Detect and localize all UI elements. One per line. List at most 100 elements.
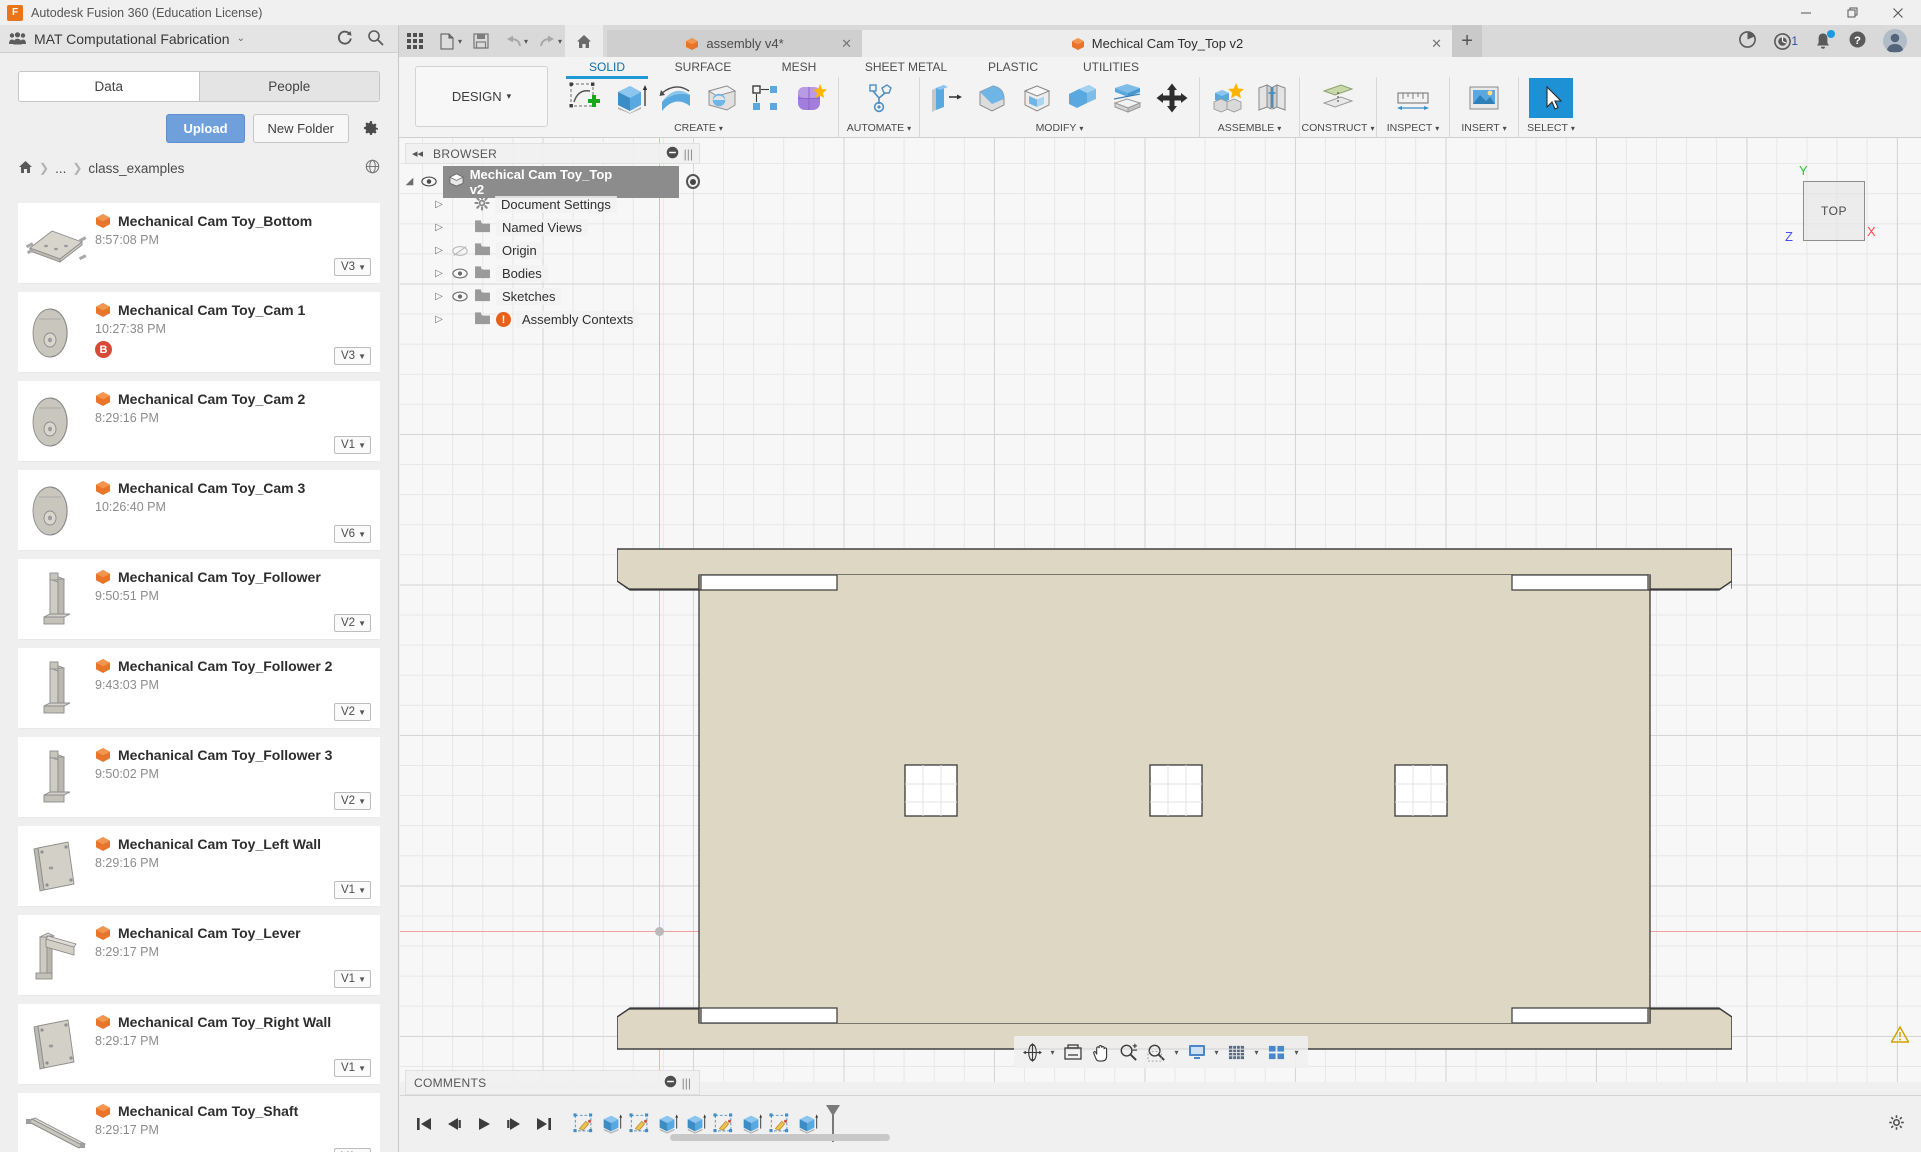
pan-icon[interactable]: [1088, 1038, 1114, 1066]
document-tab-assembly[interactable]: assembly v4* ✕: [607, 30, 862, 57]
ribbon-tab-solid[interactable]: SOLID: [559, 57, 655, 76]
new-component-icon[interactable]: [1205, 78, 1249, 118]
offset-face-icon[interactable]: [1105, 78, 1149, 118]
orbit-icon[interactable]: [1020, 1038, 1046, 1066]
timeline-settings-gear-icon[interactable]: [1888, 1114, 1905, 1134]
extensions-icon[interactable]: [1738, 30, 1757, 52]
go-to-end-icon[interactable]: [532, 1110, 556, 1138]
timeline-feature-sketch[interactable]: [570, 1109, 598, 1139]
look-at-icon[interactable]: [1060, 1038, 1086, 1066]
expand-triangle-icon[interactable]: ▷: [432, 314, 446, 325]
pattern-icon[interactable]: [744, 78, 788, 118]
item-version-selector[interactable]: V1 ▼: [334, 436, 371, 454]
view-cube-face-top[interactable]: TOP: [1803, 181, 1865, 241]
undo-chevron-down-icon[interactable]: ▾: [524, 37, 528, 46]
item-version-selector[interactable]: V2 ▼: [334, 703, 371, 721]
refresh-icon[interactable]: [336, 29, 353, 49]
browser-minimize-icon[interactable]: [666, 146, 679, 162]
expand-triangle-icon[interactable]: ▷: [432, 291, 446, 302]
data-panel-settings-gear-icon[interactable]: [363, 120, 380, 137]
list-item[interactable]: Mechanical Cam Toy_Follower 3 9:50:02 PM…: [18, 737, 380, 818]
play-icon[interactable]: [472, 1110, 496, 1138]
list-item[interactable]: Mechanical Cam Toy_Follower 9:50:51 PM V…: [18, 559, 380, 640]
root-eye-icon[interactable]: [421, 176, 438, 187]
combine-icon[interactable]: [1060, 78, 1104, 118]
ribbon-tab-utilities[interactable]: UTILITIES: [1061, 57, 1161, 76]
hub-name[interactable]: MAT Computational Fabrication: [34, 31, 230, 47]
eye-icon[interactable]: [451, 268, 469, 279]
maximize-button[interactable]: [1829, 0, 1875, 25]
extrude-icon[interactable]: [609, 78, 653, 118]
list-item[interactable]: Mechanical Cam Toy_Cam 1 10:27:38 PM B V…: [18, 292, 380, 373]
search-icon[interactable]: [367, 29, 384, 49]
home-icon[interactable]: [18, 160, 33, 177]
eye-hidden-icon[interactable]: [451, 245, 469, 257]
new-file-chevron-down-icon[interactable]: ▾: [458, 37, 462, 46]
eye-icon[interactable]: [451, 291, 469, 302]
grid-snaps-icon[interactable]: [1224, 1038, 1250, 1066]
ribbon-panel-label-insert[interactable]: INSERT ▾: [1450, 119, 1518, 137]
close-tab-icon[interactable]: ✕: [841, 36, 852, 52]
breadcrumb-ellipsis[interactable]: ...: [55, 161, 66, 176]
workspace-switcher-button[interactable]: DESIGN ▾: [415, 66, 548, 127]
step-back-icon[interactable]: [442, 1110, 466, 1138]
ribbon-tab-plastic[interactable]: PLASTIC: [965, 57, 1061, 76]
create-sketch-icon[interactable]: [564, 78, 608, 118]
document-tab-top[interactable]: Mechical Cam Toy_Top v2 ✕: [862, 30, 1452, 57]
home-button[interactable]: [565, 25, 603, 57]
display-settings-icon[interactable]: [1184, 1038, 1210, 1066]
tree-node[interactable]: ▷ Named Views: [405, 216, 700, 239]
ribbon-tab-sheet-metal[interactable]: SHEET METAL: [847, 57, 965, 76]
orbit-chevron-down-icon[interactable]: ▾: [1048, 1048, 1058, 1057]
list-item[interactable]: Mechanical Cam Toy_Follower 2 9:43:03 PM…: [18, 648, 380, 729]
list-item[interactable]: Mechanical Cam Toy_Cam 2 8:29:16 PM V1 ▼: [18, 381, 380, 462]
revolve-icon[interactable]: [654, 78, 698, 118]
close-tab-icon[interactable]: ✕: [1431, 36, 1442, 52]
expand-triangle-icon[interactable]: ▷: [432, 245, 446, 256]
offset-plane-icon[interactable]: [1316, 78, 1360, 118]
save-icon[interactable]: [465, 25, 497, 57]
move-copy-icon[interactable]: [1150, 78, 1194, 118]
item-version-selector[interactable]: V1 ▼: [334, 970, 371, 988]
file-list[interactable]: Mechanical Cam Toy_Bottom 8:57:08 PM V3 …: [0, 203, 398, 1152]
minimize-button[interactable]: [1783, 0, 1829, 25]
item-version-selector[interactable]: V1 ▼: [334, 1059, 371, 1077]
tab-people[interactable]: People: [200, 72, 380, 101]
help-icon[interactable]: ?: [1848, 30, 1867, 52]
item-version-selector[interactable]: V1 ▼: [334, 1148, 371, 1152]
root-expand-triangle-icon[interactable]: ◢: [403, 176, 416, 187]
new-folder-button[interactable]: New Folder: [253, 114, 349, 143]
list-item[interactable]: Mechanical Cam Toy_Left Wall 8:29:16 PM …: [18, 826, 380, 907]
avatar[interactable]: [1883, 29, 1907, 53]
list-item[interactable]: Mechanical Cam Toy_Cam 3 10:26:40 PM V6 …: [18, 470, 380, 551]
expand-triangle-icon[interactable]: ▷: [432, 199, 446, 210]
item-version-selector[interactable]: V3 ▼: [334, 347, 371, 365]
zoom-icon[interactable]: [1116, 1038, 1142, 1066]
tab-data[interactable]: Data: [19, 72, 200, 101]
fit-icon[interactable]: [1144, 1038, 1170, 1066]
press-pull-icon[interactable]: [925, 78, 969, 118]
notifications-bell-icon[interactable]: [1814, 32, 1832, 51]
timeline-feature-sketch[interactable]: [626, 1109, 654, 1139]
tree-node[interactable]: ▷ ! Assembly Contexts: [405, 308, 700, 331]
tree-node-root[interactable]: ◢ Mechical Cam Toy_Top v2: [403, 170, 700, 193]
ribbon-panel-label-assemble[interactable]: ASSEMBLE ▾: [1200, 119, 1299, 137]
viewports-icon[interactable]: [1264, 1038, 1290, 1066]
document-warning-icon[interactable]: [1891, 1026, 1909, 1044]
step-forward-icon[interactable]: [502, 1110, 526, 1138]
breadcrumb-folder-name[interactable]: class_examples: [88, 161, 184, 176]
item-version-selector[interactable]: V6 ▼: [334, 525, 371, 543]
ribbon-panel-label-select[interactable]: SELECT ▾: [1519, 119, 1583, 137]
item-version-selector[interactable]: V3 ▼: [334, 258, 371, 276]
ribbon-panel-label-inspect[interactable]: INSPECT ▾: [1377, 119, 1449, 137]
insert-mcmaster-icon[interactable]: [1462, 78, 1506, 118]
tree-node[interactable]: ▷ Origin: [405, 239, 700, 262]
cam-toy-top-body[interactable]: [617, 544, 1732, 1057]
browser-collapse-icon[interactable]: ◂◂: [412, 147, 423, 160]
tree-node[interactable]: ▷ Bodies: [405, 262, 700, 285]
list-item[interactable]: Mechanical Cam Toy_Lever 8:29:17 PM V1 ▼: [18, 915, 380, 996]
globe-icon[interactable]: [365, 159, 380, 177]
upload-button[interactable]: Upload: [166, 114, 244, 143]
add-tab-button[interactable]: +: [1452, 25, 1482, 57]
sweep-icon[interactable]: [699, 78, 743, 118]
